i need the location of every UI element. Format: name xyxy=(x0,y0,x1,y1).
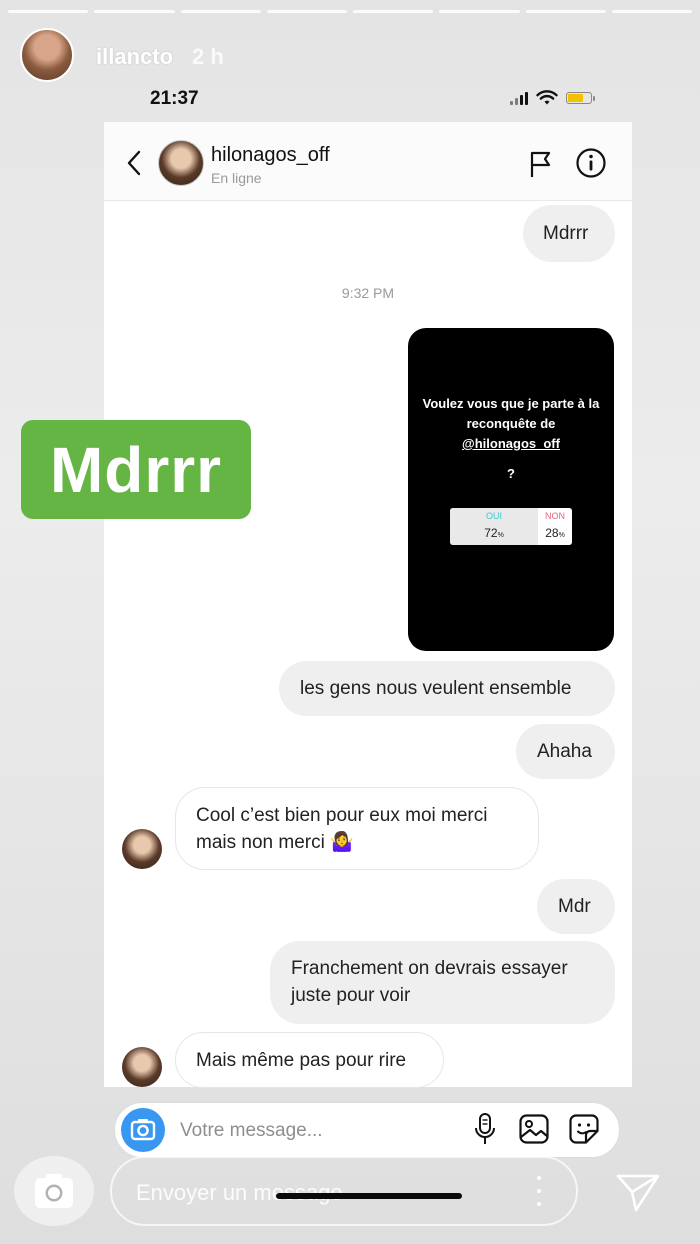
sticker-icon[interactable] xyxy=(568,1113,600,1145)
message-bubble-sent[interactable]: Mdr xyxy=(537,879,615,934)
poll-option-label: NON xyxy=(545,511,565,521)
camera-icon xyxy=(35,1174,73,1208)
story-camera-button[interactable] xyxy=(14,1156,94,1226)
message-bubble-sent[interactable]: Franchement on devrais essayer juste pou… xyxy=(270,941,615,1024)
story-progress-segment xyxy=(353,10,434,13)
story-progress-segment xyxy=(94,10,175,13)
story-progress-segment xyxy=(611,10,692,13)
message-timestamp: 9:32 PM xyxy=(341,285,395,301)
story-progress-segment xyxy=(525,10,606,13)
poll-option-label: OUI xyxy=(485,511,502,521)
poll-option-percent: 72% xyxy=(484,526,504,540)
message-bubble-received[interactable]: Cool c’est bien pour eux moi merci mais … xyxy=(175,787,539,870)
shared-story-card[interactable] xyxy=(408,328,614,651)
story-progress-segment xyxy=(439,10,520,13)
camera-button[interactable] xyxy=(121,1108,165,1152)
message-input[interactable] xyxy=(180,1118,450,1144)
contact-status: En ligne xyxy=(211,170,262,186)
status-bar-icons xyxy=(510,90,595,106)
wifi-icon xyxy=(536,90,558,105)
message-bubble-sent[interactable]: Mdrrr xyxy=(523,205,615,262)
flag-icon[interactable] xyxy=(528,150,554,178)
story-username[interactable]: illancto xyxy=(96,44,173,70)
story-progress-segment xyxy=(266,10,347,13)
shared-story-mention[interactable]: @hilonagos_off xyxy=(408,434,614,454)
message-bubble-sent[interactable]: les gens nous veulent ensemble xyxy=(279,661,615,716)
message-bubble-received[interactable]: Mais même pas pour rire xyxy=(175,1032,444,1088)
info-icon[interactable] xyxy=(575,147,607,179)
send-icon[interactable] xyxy=(614,1170,662,1214)
poll-option-oui[interactable]: OUI 72% xyxy=(450,508,538,545)
microphone-icon[interactable] xyxy=(470,1112,500,1146)
story-progress-segment xyxy=(8,10,89,13)
shared-story-question-mark: ? xyxy=(507,466,515,481)
message-bubble-sent[interactable]: Ahaha xyxy=(516,724,615,779)
back-chevron-icon[interactable] xyxy=(122,148,146,178)
story-user-avatar[interactable] xyxy=(20,28,74,82)
story-progress-segment xyxy=(180,10,261,13)
contact-avatar[interactable] xyxy=(158,140,204,186)
contact-avatar-small[interactable] xyxy=(122,829,162,869)
contact-avatar-small[interactable] xyxy=(122,1047,162,1087)
home-indicator xyxy=(276,1193,462,1199)
gallery-icon[interactable] xyxy=(518,1113,550,1145)
camera-icon xyxy=(130,1119,156,1141)
poll-option-percent: 28% xyxy=(545,526,565,540)
battery-icon xyxy=(566,92,595,104)
poll-sticker[interactable]: OUI 72% NON 28% xyxy=(450,508,572,545)
shared-story-text: Voulez vous que je parte à la reconquête… xyxy=(408,394,614,454)
signal-icon xyxy=(510,91,528,105)
status-bar-clock: 21:37 xyxy=(150,88,199,109)
poll-option-non[interactable]: NON 28% xyxy=(538,508,572,545)
story-time-ago: 2 h xyxy=(192,44,224,69)
contact-name[interactable]: hilonagos_off xyxy=(211,144,330,167)
story-progress-bar xyxy=(8,10,692,13)
more-options-icon[interactable] xyxy=(534,1176,544,1206)
story-text-sticker-label: Mdrrr xyxy=(49,433,223,506)
story-text-sticker[interactable]: Mdrrr xyxy=(21,420,251,519)
